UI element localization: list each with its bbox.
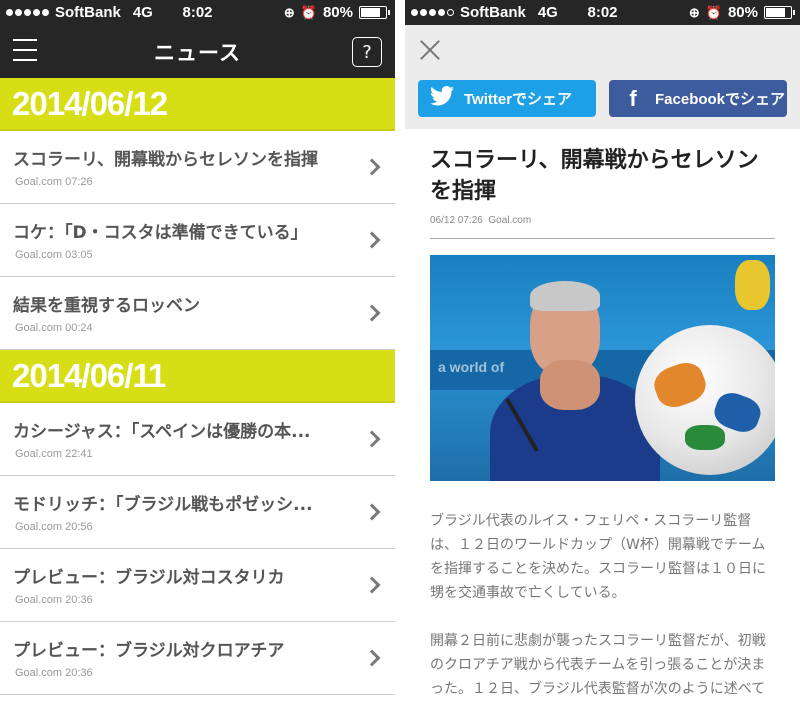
date-label: 2014/06/12 (12, 84, 168, 122)
news-item[interactable]: プレビュー：ブラジル対コスタリカ Goal.com 20:36 (0, 549, 395, 622)
news-item-title: モドリッチ：「ブラジル戦もポゼッシ... (13, 495, 313, 515)
news-section: 2014/06/12 スコラーリ、開幕戦からセレソンを指揮 Goal.com 0… (0, 78, 395, 350)
news-item-title: 結果を重視するロッベン (13, 296, 200, 316)
news-item-meta: Goal.com 20:36 (15, 667, 93, 679)
news-list-screen: SoftBank 4G 8:02 ⊕ ⏰ 80% ニュース ? 2014/06/… (0, 0, 395, 702)
news-item-meta: Goal.com 20:56 (15, 521, 93, 533)
soccer-ball-icon (635, 325, 775, 475)
facebook-share-label: Facebookでシェア (655, 91, 786, 108)
facebook-share-button[interactable]: f Facebookでシェア (609, 80, 787, 117)
news-item[interactable]: モドリッチ：「ブラジル戦もポゼッシ... Goal.com 20:56 (0, 476, 395, 549)
news-item[interactable]: 結果を重視するロッベン Goal.com 00:24 (0, 277, 395, 350)
page-title: ニュース (154, 40, 241, 65)
signal-strength-icon (411, 9, 454, 16)
facebook-icon: f (629, 85, 637, 111)
article-photo: a world of (430, 255, 775, 481)
news-item-meta: Goal.com 07:26 (15, 176, 93, 188)
article-paragraph: ブラジル代表のルイス・フェリペ・スコラーリ監督は、１２日のワールドカップ（W杯）… (430, 513, 766, 601)
news-item-title: プレビュー：ブラジル対コスタリカ (13, 568, 285, 588)
news-item-title: コケ：「D・コスタは準備できている」 (13, 223, 308, 243)
news-item[interactable]: プレビュー：ブラジル対クロアチア Goal.com 20:36 (0, 622, 395, 695)
news-item[interactable]: スコラーリ、開幕戦からセレソンを指揮 Goal.com 07:26 (0, 131, 395, 204)
network-type: 4G (132, 4, 153, 21)
article-content: スコラーリ、開幕戦からセレソンを指揮 06/12 07:26 Goal.com … (405, 145, 800, 702)
share-bar: Twitterでシェア f Facebookでシェア (405, 25, 800, 129)
article-screen: SoftBank 4G 8:02 ⊕ ⏰ 80% Twitterでシェア f F… (405, 0, 800, 702)
battery-icon (359, 6, 390, 19)
battery-percent: 80% (727, 4, 758, 21)
signal-strength-icon (6, 9, 49, 16)
news-item[interactable]: コケ：「D・コスタは準備できている」 Goal.com 03:05 (0, 204, 395, 277)
article-title: スコラーリ、開幕戦からセレソンを指揮 (430, 148, 759, 204)
close-icon[interactable] (419, 39, 441, 61)
nav-bar: ニュース ? (0, 25, 395, 78)
twitter-icon (426, 85, 458, 112)
alarm-icon: ⏰ (300, 4, 317, 20)
article-paragraph: 開幕２日前に悲劇が襲ったスコラーリ監督だが、初戦のクロアチア戦から代表チームを引… (430, 633, 766, 697)
carrier-name: SoftBank (460, 4, 526, 21)
world-cup-logo-icon (735, 260, 770, 310)
article-meta: 06/12 07:26 Goal.com (430, 215, 775, 239)
news-section: 2014/06/11 カシージャス：「スペインは優勝の本... Goal.com… (0, 350, 395, 695)
article-body: ブラジル代表のルイス・フェリペ・スコラーリ監督は、１２日のワールドカップ（W杯）… (430, 509, 775, 702)
rotation-lock-icon: ⊕ (283, 4, 295, 20)
article-source: Goal.com (488, 215, 532, 226)
status-bar: SoftBank 4G 8:02 ⊕ ⏰ 80% (0, 0, 395, 25)
network-type: 4G (537, 4, 558, 21)
news-item-title: スコラーリ、開幕戦からセレソンを指揮 (13, 150, 318, 170)
date-header: 2014/06/12 (0, 78, 395, 131)
news-item-meta: Goal.com 22:41 (15, 448, 93, 460)
battery-percent: 80% (322, 4, 353, 21)
coach-figure (490, 281, 660, 481)
status-time: 8:02 (182, 4, 213, 21)
chevron-right-icon (363, 576, 381, 594)
date-label: 2014/06/11 (12, 356, 166, 394)
news-item-title: カシージャス：「スペインは優勝の本... (13, 422, 311, 442)
twitter-share-button[interactable]: Twitterでシェア (418, 80, 596, 117)
news-item-title: プレビュー：ブラジル対クロアチア (13, 641, 285, 661)
menu-icon[interactable] (13, 39, 37, 61)
rotation-lock-icon: ⊕ (688, 4, 700, 20)
chevron-right-icon (363, 158, 381, 176)
help-button[interactable]: ? (352, 37, 382, 67)
article-date: 06/12 07:26 (430, 215, 483, 226)
chevron-right-icon (363, 304, 381, 322)
carrier-name: SoftBank (55, 4, 121, 21)
alarm-icon: ⏰ (705, 4, 722, 20)
status-time: 8:02 (587, 4, 618, 21)
news-item-meta: Goal.com 03:05 (15, 249, 93, 261)
news-item-meta: Goal.com 20:36 (15, 594, 93, 606)
news-item[interactable]: カシージャス：「スペインは優勝の本... Goal.com 22:41 (0, 403, 395, 476)
screen-divider (395, 0, 405, 702)
twitter-share-label: Twitterでシェア (464, 91, 573, 108)
date-header: 2014/06/11 (0, 350, 395, 403)
status-bar: SoftBank 4G 8:02 ⊕ ⏰ 80% (405, 0, 800, 25)
chevron-right-icon (363, 503, 381, 521)
battery-icon (764, 6, 795, 19)
chevron-right-icon (363, 231, 381, 249)
chevron-right-icon (363, 430, 381, 448)
news-item-meta: Goal.com 00:24 (15, 322, 93, 334)
chevron-right-icon (363, 649, 381, 667)
